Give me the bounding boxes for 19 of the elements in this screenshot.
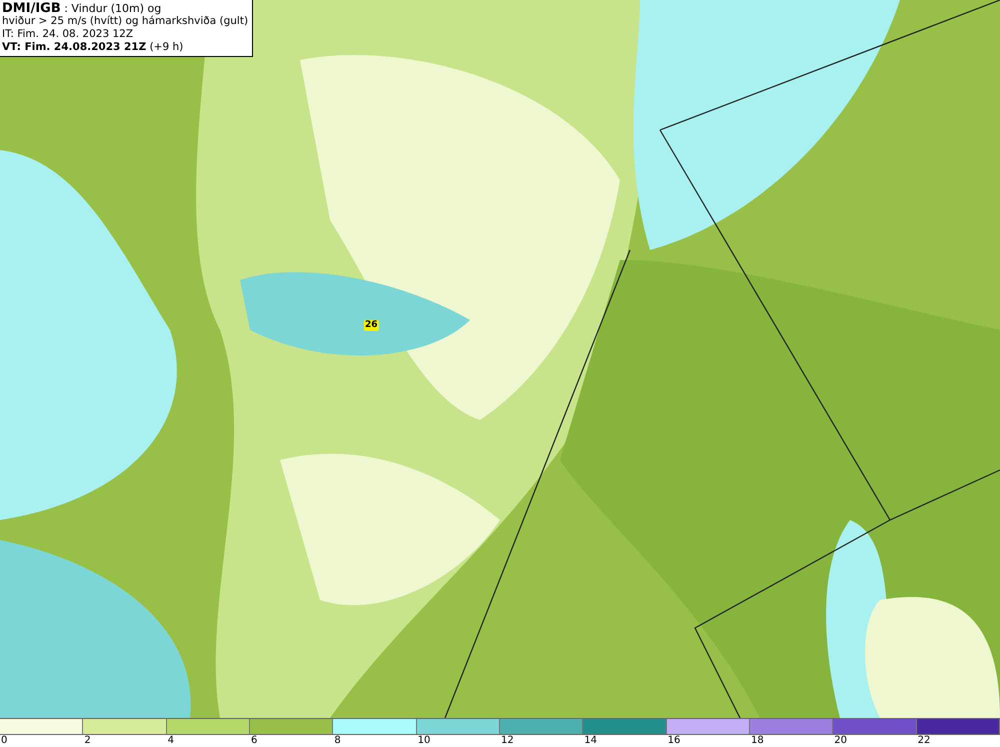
legend-label: 20 (834, 735, 848, 746)
legend-label: 4 (168, 735, 174, 746)
map-title: : Vindur (10m) og (64, 2, 162, 15)
legend-label: 16 (668, 735, 680, 746)
legend-label: 18 (750, 735, 764, 746)
legend-label: 22 (918, 735, 930, 746)
valid-offset: (+9 h) (150, 41, 184, 53)
legend-label: 8 (334, 735, 341, 746)
legend-label: 14 (584, 735, 598, 746)
legend-label: 12 (500, 735, 514, 746)
valid-time: VT: Fim. 24.08.2023 21Z (2, 41, 146, 53)
max-gust-label: 26 (364, 320, 379, 331)
legend-label: 6 (250, 735, 258, 746)
source-label: DMI/IGB (2, 1, 61, 16)
legend-label: 10 (418, 735, 430, 746)
legend-label: 2 (84, 735, 91, 746)
issue-time: IT: Fim. 24. 08. 2023 12Z (2, 28, 134, 41)
map-subtitle: hviður > 25 m/s (hvítt) og hámarkshviða (gult) (2, 15, 248, 28)
legend-label: 0 (1, 735, 8, 746)
